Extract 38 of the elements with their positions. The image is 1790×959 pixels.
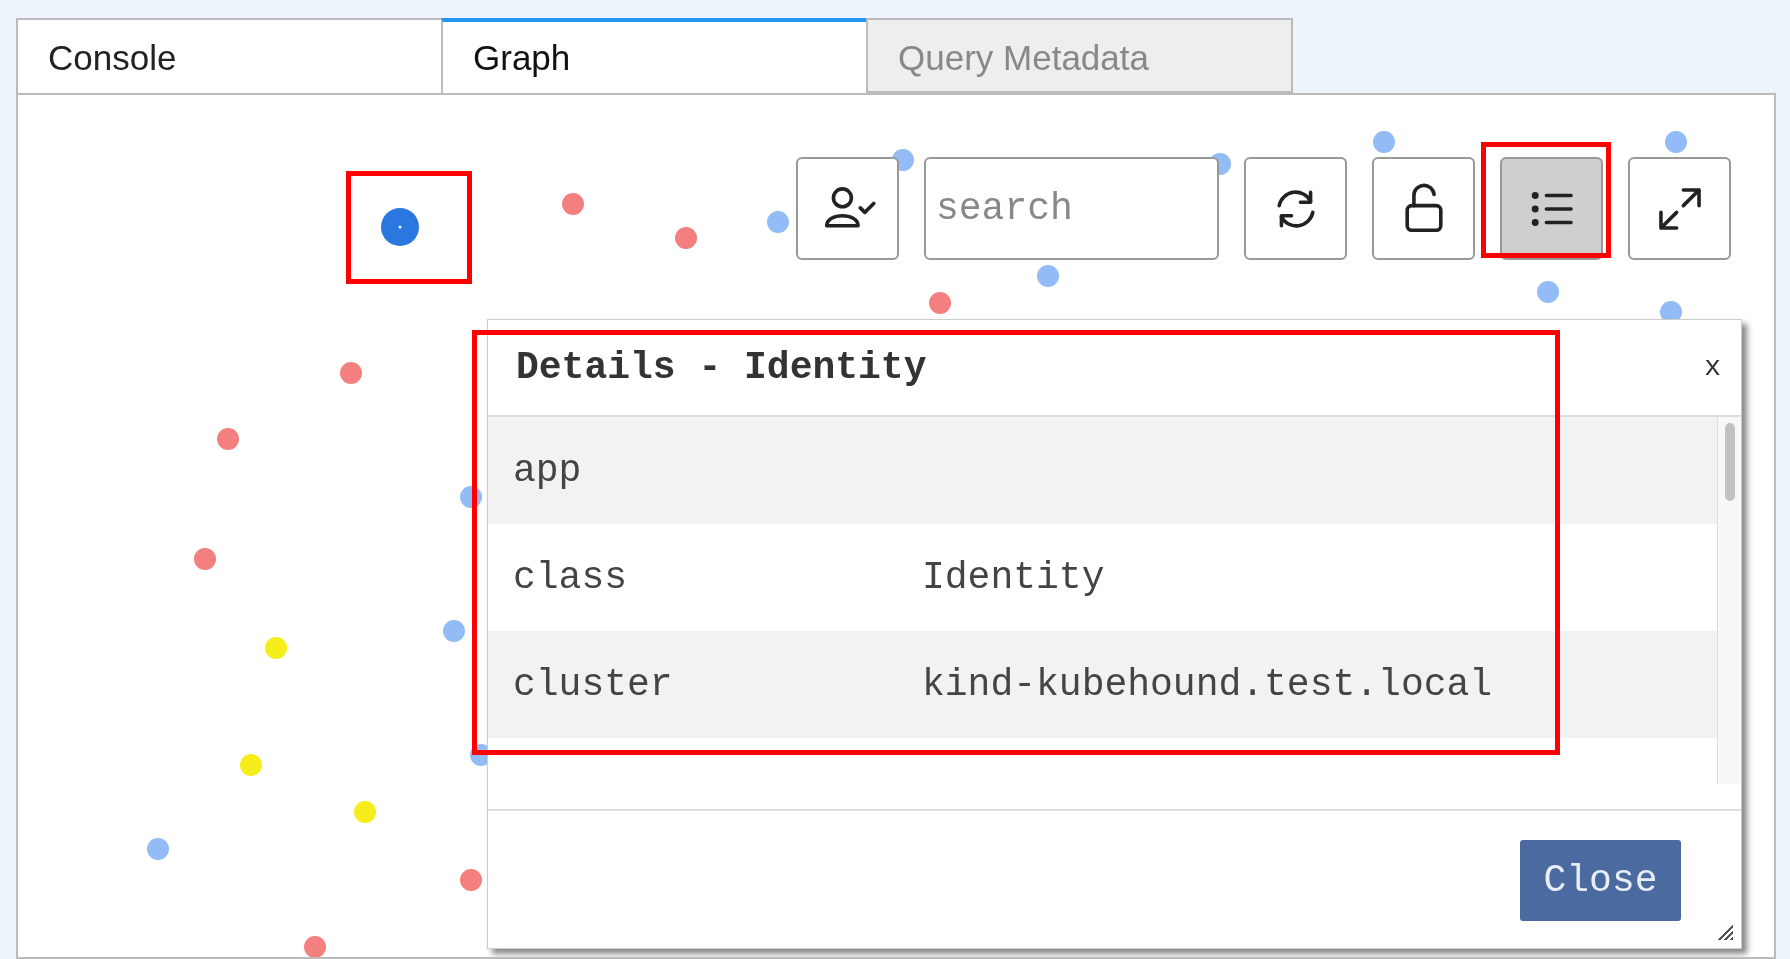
graph-node[interactable] xyxy=(1037,265,1059,287)
dialog-title: Details - Identity xyxy=(516,346,927,389)
graph-node[interactable] xyxy=(340,362,362,384)
graph-node[interactable] xyxy=(460,486,482,508)
fullscreen-button[interactable] xyxy=(1628,157,1731,260)
graph-node[interactable] xyxy=(354,801,376,823)
tab[interactable]: Console xyxy=(16,18,443,93)
property-value: Identity xyxy=(922,556,1105,599)
graph-node[interactable] xyxy=(675,227,697,249)
tab[interactable]: Graph xyxy=(441,18,868,93)
property-name: app xyxy=(513,449,583,492)
graph-node[interactable] xyxy=(443,620,465,642)
scrollbar-thumb[interactable] xyxy=(1724,423,1735,501)
graph-node[interactable] xyxy=(194,548,216,570)
graph-node[interactable] xyxy=(304,936,326,957)
lock-button[interactable] xyxy=(1372,157,1475,260)
property-value: kind-kubehound.test.local xyxy=(922,663,1493,706)
property-name: class xyxy=(513,556,629,599)
search-field[interactable]: search xyxy=(924,157,1219,260)
graph-node[interactable] xyxy=(1373,131,1395,153)
graph-node[interactable] xyxy=(217,428,239,450)
details-button[interactable] xyxy=(1500,157,1603,260)
close-button[interactable]: Close xyxy=(1520,840,1681,921)
graph-node[interactable] xyxy=(240,754,262,776)
graph-node[interactable] xyxy=(767,211,789,233)
graph-node[interactable] xyxy=(1537,281,1559,303)
graph-node[interactable] xyxy=(562,193,584,215)
graph-node[interactable] xyxy=(147,838,169,860)
graph-node[interactable] xyxy=(265,637,287,659)
graph-node[interactable] xyxy=(1665,131,1687,153)
refresh-button[interactable] xyxy=(1244,157,1347,260)
graph-node[interactable] xyxy=(460,869,482,891)
scrollbar[interactable] xyxy=(1717,417,1741,784)
property-name: cluster xyxy=(513,663,674,706)
identity-filter-button[interactable] xyxy=(796,157,899,260)
selected-node[interactable] xyxy=(381,208,419,246)
close-button[interactable]: x xyxy=(1704,352,1721,383)
graph-node[interactable] xyxy=(929,292,951,314)
